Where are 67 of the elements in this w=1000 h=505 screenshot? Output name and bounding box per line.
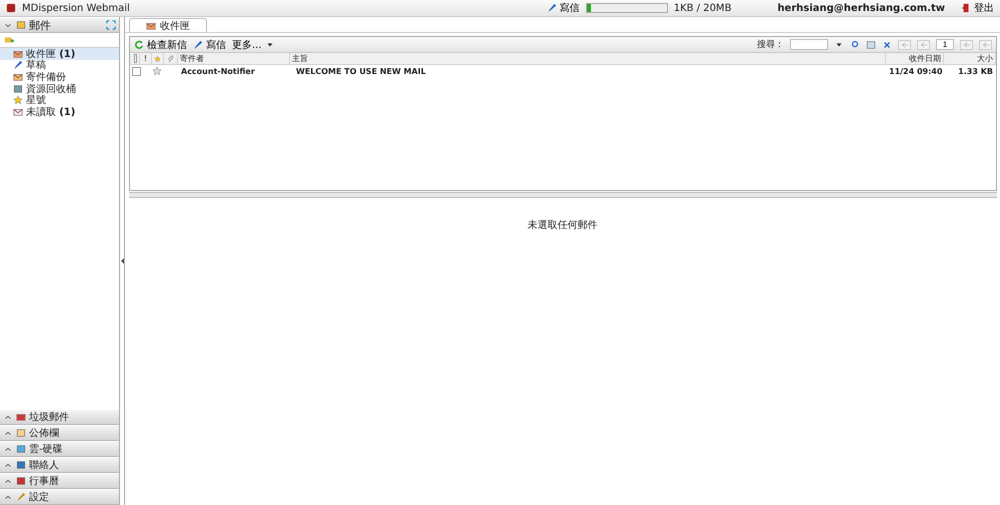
select-all-checkbox[interactable]	[134, 54, 137, 63]
section-header[interactable]: 設定	[0, 489, 119, 505]
envelope-icon	[13, 72, 23, 82]
arrow-icon	[980, 40, 990, 50]
row-checkbox[interactable]	[132, 66, 141, 76]
pen-icon	[13, 60, 23, 70]
subject-cell-text: WELCOME TO USE NEW MAIL	[295, 66, 427, 76]
folder-icon	[16, 20, 26, 30]
folder-tab[interactable]: 收件匣	[129, 18, 207, 32]
star-icon	[13, 95, 23, 106]
folder-item[interactable]: 草稿	[0, 60, 119, 72]
star-icon	[154, 54, 161, 64]
arrow-icon	[918, 40, 928, 50]
folder-item[interactable]: 星號	[0, 94, 119, 106]
paperclip-icon	[166, 54, 175, 64]
folder-item[interactable]: 收件匣 (1)	[0, 48, 119, 60]
folder-item[interactable]: 寄件備份	[0, 71, 119, 83]
inbox-icon	[146, 20, 156, 30]
date-cell-text: 11/24 09:40	[888, 66, 944, 76]
window-title: MDispersion Webmail	[22, 2, 130, 14]
column-header[interactable]: 收件日期	[886, 53, 944, 64]
refresh-button[interactable]: 檢查新信	[134, 38, 187, 52]
more-button[interactable]: 更多...	[232, 38, 275, 52]
compose-button[interactable]: 寫信	[193, 38, 226, 52]
star-icon	[152, 66, 162, 76]
arrow-icon	[962, 40, 972, 50]
window-icon	[866, 40, 876, 50]
section-header[interactable]: 行事曆	[0, 473, 119, 489]
logout-link[interactable]: 登出	[961, 1, 994, 15]
priority-column-header[interactable]: !	[140, 53, 152, 64]
compose-link[interactable]: 寫信	[546, 1, 580, 15]
search-label: 搜尋：	[757, 38, 784, 51]
section-header[interactable]: 聯絡人	[0, 457, 119, 473]
search-field[interactable]	[790, 39, 828, 50]
collapse-handle-icon[interactable]	[120, 258, 124, 264]
refresh-icon	[134, 40, 144, 50]
section-header[interactable]: 公佈欄	[0, 425, 119, 441]
section-header[interactable]: 雲-硬碟	[0, 441, 119, 457]
pen-icon	[546, 3, 557, 13]
board-icon	[16, 428, 26, 438]
mail-section-header[interactable]: 郵件	[0, 17, 119, 33]
user-email: herhsiang@herhsiang.com.tw	[777, 2, 945, 14]
last-page-button[interactable]	[979, 40, 992, 50]
column-header[interactable]: 寄件者	[178, 53, 290, 64]
column-header[interactable]: 大小	[944, 53, 996, 64]
next-page-button[interactable]	[960, 40, 973, 50]
empty-preview-message: 未選取任何郵件	[528, 218, 598, 233]
clear-icon	[882, 40, 892, 50]
folder-item[interactable]: 未讀取 (1)	[0, 106, 119, 118]
folder-item[interactable]: 資源回收桶	[0, 82, 119, 94]
section-header[interactable]: 垃圾郵件	[0, 409, 119, 425]
app-logo-icon	[6, 3, 16, 13]
pen-icon	[193, 40, 203, 50]
page-field[interactable]: 1	[936, 39, 954, 50]
new-folder-icon	[4, 35, 14, 45]
exit-icon	[961, 3, 971, 13]
column-header[interactable]: 主旨	[290, 53, 886, 64]
first-page-button[interactable]	[898, 40, 911, 50]
expand-icon	[106, 20, 116, 30]
envelope-icon	[16, 412, 26, 422]
quota-reading: 1KB / 20MB	[674, 2, 732, 14]
arrow-icon	[900, 40, 910, 50]
envelope-icon	[13, 106, 23, 117]
sender-cell-text: Account-Notifier	[180, 66, 256, 76]
inbox-icon	[13, 48, 23, 59]
previous-page-button[interactable]	[917, 40, 930, 50]
size-cell-text: 1.33 KB	[957, 66, 994, 76]
